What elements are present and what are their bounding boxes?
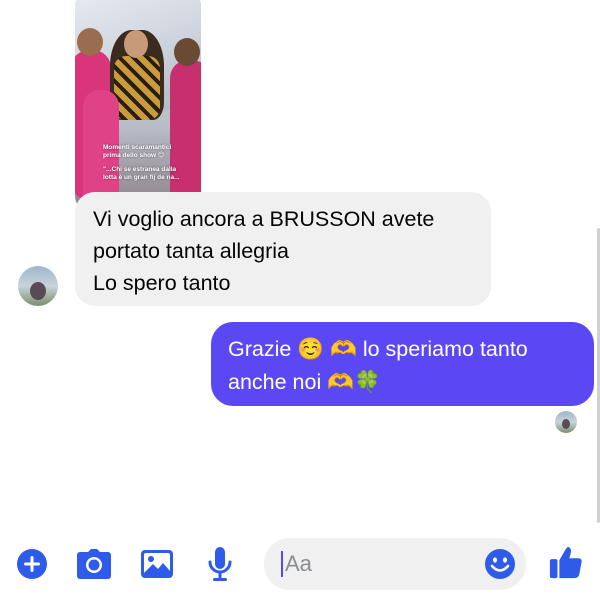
thumbs-up-icon[interactable]: [548, 544, 584, 580]
message-line: anche noi 🫶🍀: [228, 366, 577, 399]
message-line: Lo spero tanto: [93, 271, 231, 295]
message-text: anche noi: [228, 370, 322, 394]
microphone-icon[interactable]: [202, 546, 238, 582]
message-text: Grazie: [228, 337, 292, 361]
plus-icon[interactable]: [14, 546, 50, 582]
contact-avatar[interactable]: [18, 266, 58, 306]
heart-hands-emoji: 🫶: [327, 370, 355, 395]
heart-hands-emoji: 🫶: [330, 337, 357, 362]
message-input[interactable]: [285, 551, 465, 577]
photo-icon[interactable]: [139, 546, 175, 582]
seen-receipt-avatar: [555, 411, 577, 433]
story-caption: Momenti scaramantici prima dello show 😊 …: [103, 144, 189, 182]
smiling-face-emoji: ☺️: [297, 337, 325, 362]
outgoing-message-bubble[interactable]: Grazie ☺️ 🫶 lo speriamo tanto anche noi …: [211, 322, 594, 406]
message-input-field[interactable]: [264, 538, 526, 590]
messenger-chat-screen: Momenti scaramantici prima dello show 😊 …: [0, 0, 600, 600]
emoji-icon[interactable]: [482, 546, 518, 582]
message-line: Grazie ☺️ 🫶 lo speriamo tanto: [228, 333, 577, 366]
story-caption-line1: Momenti scaramantici prima dello show 😊: [103, 144, 172, 159]
message-line: portato tanta allegria: [93, 239, 290, 263]
message-text: lo speriamo tanto: [362, 337, 528, 361]
camera-icon[interactable]: [76, 546, 112, 582]
text-caret: [281, 551, 283, 577]
story-person: [170, 38, 201, 210]
four-leaf-clover-emoji: 🍀: [354, 370, 381, 395]
message-composer: [0, 530, 600, 600]
message-line: Vi voglio ancora a BRUSSON avete: [93, 207, 435, 231]
shared-story-thumbnail[interactable]: Momenti scaramantici prima dello show 😊 …: [75, 0, 201, 212]
story-caption-line2: "...Chi se estranea dalla lotta è un gra…: [103, 166, 180, 181]
incoming-message-bubble[interactable]: Vi voglio ancora a BRUSSON avete portato…: [75, 192, 491, 306]
